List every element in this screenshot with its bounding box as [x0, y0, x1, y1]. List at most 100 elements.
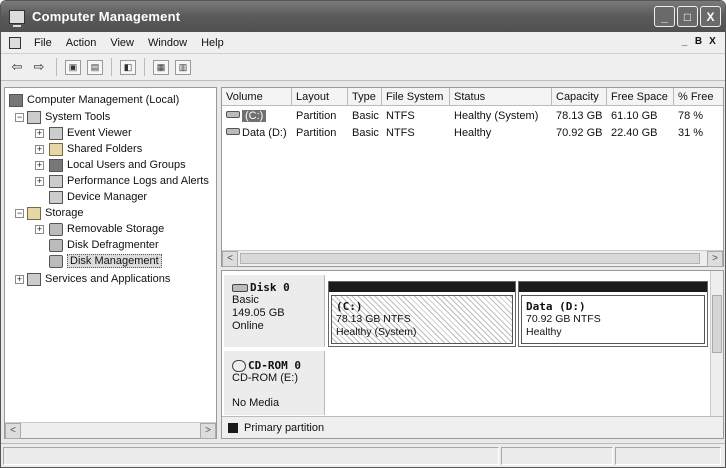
capacity-cell: 78.13 GB [556, 110, 603, 122]
volume-name: (C:) [242, 110, 267, 122]
partition-status: Healthy (System) [336, 326, 417, 338]
maximize-button[interactable]: □ [677, 6, 698, 27]
tree-node-device-manager[interactable]: Device Manager [49, 189, 147, 205]
disk-graphical-view[interactable]: Disk 0 Basic 149.05 GB Online (C:) 78.13… [221, 270, 724, 439]
properties-icon[interactable]: ◧ [120, 59, 136, 75]
expand-icon[interactable]: + [35, 145, 44, 154]
console-tree[interactable]: Computer Management (Local) − System Too… [4, 87, 217, 439]
scrollbar-thumb[interactable] [712, 295, 722, 353]
status-segment [3, 447, 499, 465]
partition-c[interactable]: (C:) 78.13 GB NTFS Healthy (System) [328, 281, 516, 347]
type-cell: Basic [352, 110, 379, 122]
column-header-capacity[interactable]: Capacity [552, 88, 607, 106]
tree-node-label: Event Viewer [67, 127, 132, 139]
tree-node-label: System Tools [45, 111, 111, 123]
menu-bar: File Action View Window Help _ B X [1, 32, 725, 54]
console-icon[interactable]: ▥ [175, 59, 191, 75]
column-header-free-space[interactable]: Free Space [607, 88, 674, 106]
column-header-file-system[interactable]: File System [382, 88, 450, 106]
cdrom-0-label[interactable]: CD-ROM 0 CD-ROM (E:) No Media [224, 351, 325, 415]
legend-label: Primary partition [244, 421, 325, 434]
forward-icon[interactable]: ⇨ [29, 57, 49, 77]
collapse-icon[interactable]: − [15, 209, 24, 218]
scroll-right-button[interactable]: > [200, 423, 216, 439]
tree-node-storage[interactable]: Storage [27, 205, 84, 221]
scrollbar-thumb[interactable] [240, 253, 700, 264]
close-button[interactable]: X [700, 6, 721, 27]
partition-name: Data (D:) [526, 300, 586, 313]
up-one-level-icon[interactable]: ▣ [65, 59, 81, 75]
partition-size: 70.92 GB NTFS [526, 313, 601, 325]
expand-icon[interactable]: + [15, 275, 24, 284]
tree-node-services-applications[interactable]: Services and Applications [27, 271, 170, 287]
table-row[interactable]: Data (D:) Partition Basic NTFS Healthy 7… [222, 125, 723, 141]
tree-node-event-viewer[interactable]: Event Viewer [49, 125, 132, 141]
column-header-layout[interactable]: Layout [292, 88, 348, 106]
tree-node-label: Services and Applications [45, 273, 171, 285]
scroll-right-button[interactable]: > [707, 251, 723, 267]
tree-node-local-users-groups[interactable]: Local Users and Groups [49, 157, 186, 173]
status-cell: Healthy [454, 127, 492, 139]
column-header-volume[interactable]: Volume [222, 88, 292, 106]
back-icon[interactable]: ⇦ [7, 57, 27, 77]
partition-body: Data (D:) 70.92 GB NTFS Healthy [521, 295, 705, 344]
mdi-restore-button[interactable]: B [692, 36, 705, 49]
tree-node-disk-management[interactable]: Disk Management [49, 253, 162, 269]
menu-view[interactable]: View [103, 37, 141, 49]
percent-free-cell: 31 % [678, 127, 704, 139]
collapse-icon[interactable]: − [15, 113, 24, 122]
disk-type: Basic [232, 294, 259, 306]
mdi-minimize-button[interactable]: _ [678, 36, 691, 49]
disk-view-vertical-scrollbar[interactable] [710, 271, 723, 416]
help-icon[interactable]: ▦ [153, 59, 169, 75]
legend: Primary partition [222, 416, 723, 438]
removable-storage-icon [49, 222, 63, 236]
toolbar-separator [144, 58, 145, 76]
toolbar: ⇦ ⇨ ▣ ▤ ◧ ▦ ▥ [1, 54, 725, 81]
scroll-left-button[interactable]: < [5, 423, 21, 439]
column-header-type[interactable]: Type [348, 88, 382, 106]
show-hide-tree-icon[interactable]: ▤ [87, 59, 103, 75]
column-header-percent-free[interactable]: % Free [674, 88, 723, 106]
tree-node-system-tools[interactable]: System Tools [27, 109, 110, 125]
tree-node-shared-folders[interactable]: Shared Folders [49, 141, 142, 157]
services-icon [27, 272, 41, 286]
partition-name: (C:) [336, 300, 363, 313]
system-menu-icon[interactable] [9, 36, 21, 49]
volume-list-horizontal-scrollbar[interactable]: < > [222, 250, 723, 267]
menu-window[interactable]: Window [141, 37, 194, 49]
tree-node-removable-storage[interactable]: Removable Storage [49, 221, 164, 237]
drive-icon [226, 111, 240, 118]
free-space-cell: 22.40 GB [611, 127, 658, 139]
mdi-close-button[interactable]: X [706, 36, 719, 49]
layout-cell: Partition [296, 127, 337, 139]
minimize-button[interactable]: _ [654, 6, 675, 27]
expand-icon[interactable]: + [35, 161, 44, 170]
window-title: Computer Management [32, 9, 181, 24]
menu-action[interactable]: Action [59, 37, 104, 49]
partition-size: 78.13 GB NTFS [336, 313, 411, 325]
menu-help[interactable]: Help [194, 37, 231, 49]
partition-d[interactable]: Data (D:) 70.92 GB NTFS Healthy [518, 281, 708, 347]
table-row[interactable]: (C:) Partition Basic NTFS Healthy (Syste… [222, 108, 723, 124]
tree-node-performance-logs[interactable]: Performance Logs and Alerts [49, 173, 209, 189]
volume-list[interactable]: Volume Layout Type File System Status Ca… [221, 87, 724, 267]
tree-node-label: Removable Storage [67, 223, 165, 235]
expand-icon[interactable]: + [35, 225, 44, 234]
volume-list-header: Volume Layout Type File System Status Ca… [222, 88, 723, 106]
column-header-status[interactable]: Status [450, 88, 552, 106]
tree-node-disk-defragmenter[interactable]: Disk Defragmenter [49, 237, 159, 253]
title-bar[interactable]: Computer Management _ □ X [1, 1, 725, 32]
layout-cell: Partition [296, 110, 337, 122]
tree-node-computer-management[interactable]: Computer Management (Local) [9, 92, 179, 108]
tree-node-label: Disk Defragmenter [67, 239, 159, 251]
menu-file[interactable]: File [27, 37, 59, 49]
expand-icon[interactable]: + [35, 177, 44, 186]
tree-horizontal-scrollbar[interactable]: < > [5, 422, 216, 439]
tree-node-label: Storage [45, 207, 84, 219]
status-bar [1, 443, 725, 467]
disk-0-label[interactable]: Disk 0 Basic 149.05 GB Online [224, 275, 325, 347]
expand-icon[interactable]: + [35, 129, 44, 138]
scroll-left-button[interactable]: < [222, 251, 238, 267]
tree-node-label: Performance Logs and Alerts [67, 175, 209, 187]
